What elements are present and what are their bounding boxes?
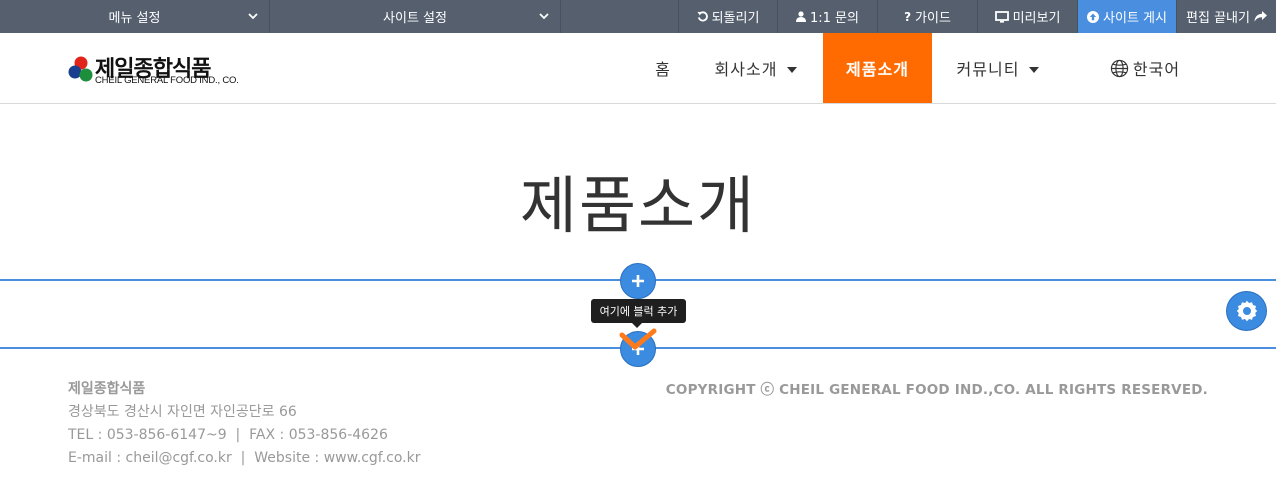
page-title: 제품소개: [519, 169, 757, 242]
undo-label: 되돌리기: [711, 11, 760, 26]
logo-name-english: CHEIL GENERAL FOOD IND., CO.: [95, 75, 239, 86]
footer-info: 제일종합식품 경상북도 경산시 자인면 자인공단로 66 TEL : 053-8…: [68, 378, 420, 470]
footer-copyright: COPYRIGHT ⓒ CHEIL GENERAL FOOD IND.,CO. …: [665, 382, 1208, 398]
undo-icon: [697, 11, 708, 22]
nav-community-label: 커뮤니티: [956, 60, 1020, 79]
menu-settings-dropdown[interactable]: 메뉴 설정: [0, 0, 270, 33]
guide-label: 가이드: [915, 11, 951, 26]
site-header: 제일종합식품 CHEIL GENERAL FOOD IND., CO. 홈 회사…: [0, 33, 1276, 104]
preview-label: 미리보기: [1012, 11, 1061, 26]
nav-products[interactable]: 제품소개: [823, 33, 932, 103]
user-icon: [796, 11, 806, 22]
language-selector[interactable]: 한국어: [1100, 33, 1190, 103]
site-settings-label: 사이트 설정: [383, 11, 447, 26]
company-logo[interactable]: 제일종합식품 CHEIL GENERAL FOOD IND., CO.: [68, 53, 248, 87]
footer-web: E-mail : cheil@cgf.co.kr | Website : www…: [68, 450, 421, 466]
footer-company-name: 제일종합식품: [68, 381, 146, 397]
add-block-tooltip: 여기에 블럭 추가: [591, 299, 686, 328]
guide-button[interactable]: ? 가이드: [878, 0, 978, 33]
caret-down-icon: [787, 66, 798, 73]
nav-products-label: 제품소개: [846, 60, 909, 79]
plus-icon: [632, 275, 644, 287]
upload-circle-icon: [1087, 10, 1100, 23]
menu-settings-label: 메뉴 설정: [108, 11, 161, 26]
preview-button[interactable]: 미리보기: [978, 0, 1078, 33]
finish-edit-label: 편집 끝내기: [1186, 11, 1250, 26]
nav-home[interactable]: 홈: [640, 33, 686, 103]
question-icon: ?: [904, 9, 912, 24]
footer-address: 경상북도 경산시 자인면 자인공단로 66: [68, 404, 297, 420]
share-arrow-icon: [1254, 11, 1267, 22]
logo-mark-icon: [68, 56, 93, 82]
footer-contact: TEL : 053-856-6147~9 | FAX : 053-856-462…: [68, 427, 388, 443]
language-label: 한국어: [1132, 60, 1181, 79]
section-settings-button[interactable]: [1226, 291, 1267, 331]
site-settings-dropdown[interactable]: 사이트 설정: [270, 0, 561, 33]
checkmark-cursor-icon: [619, 328, 657, 350]
publish-label: 사이트 게시: [1103, 11, 1167, 26]
nav-company-label: 회사소개: [714, 60, 778, 79]
nav-company[interactable]: 회사소개: [700, 33, 812, 103]
inquiry-label: 1:1 문의: [810, 11, 859, 26]
finish-edit-button[interactable]: 편집 끝내기: [1177, 0, 1276, 33]
globe-icon: [1110, 59, 1129, 77]
undo-button[interactable]: 되돌리기: [678, 0, 778, 33]
chevron-down-icon: [539, 13, 549, 20]
nav-home-label: 홈: [655, 60, 671, 79]
gear-icon: [1236, 300, 1257, 322]
nav-community[interactable]: 커뮤니티: [942, 33, 1054, 103]
caret-down-icon: [1029, 66, 1040, 73]
publish-site-button[interactable]: 사이트 게시: [1078, 0, 1177, 33]
add-block-button-top[interactable]: [620, 263, 656, 299]
admin-toolbar: 메뉴 설정 사이트 설정 되돌리기 1:1 문의 ? 가이드 미리보기 사이트 …: [0, 0, 1276, 33]
chevron-down-icon: [248, 13, 258, 20]
inquiry-button[interactable]: 1:1 문의: [778, 0, 878, 33]
monitor-icon: [994, 10, 1009, 23]
